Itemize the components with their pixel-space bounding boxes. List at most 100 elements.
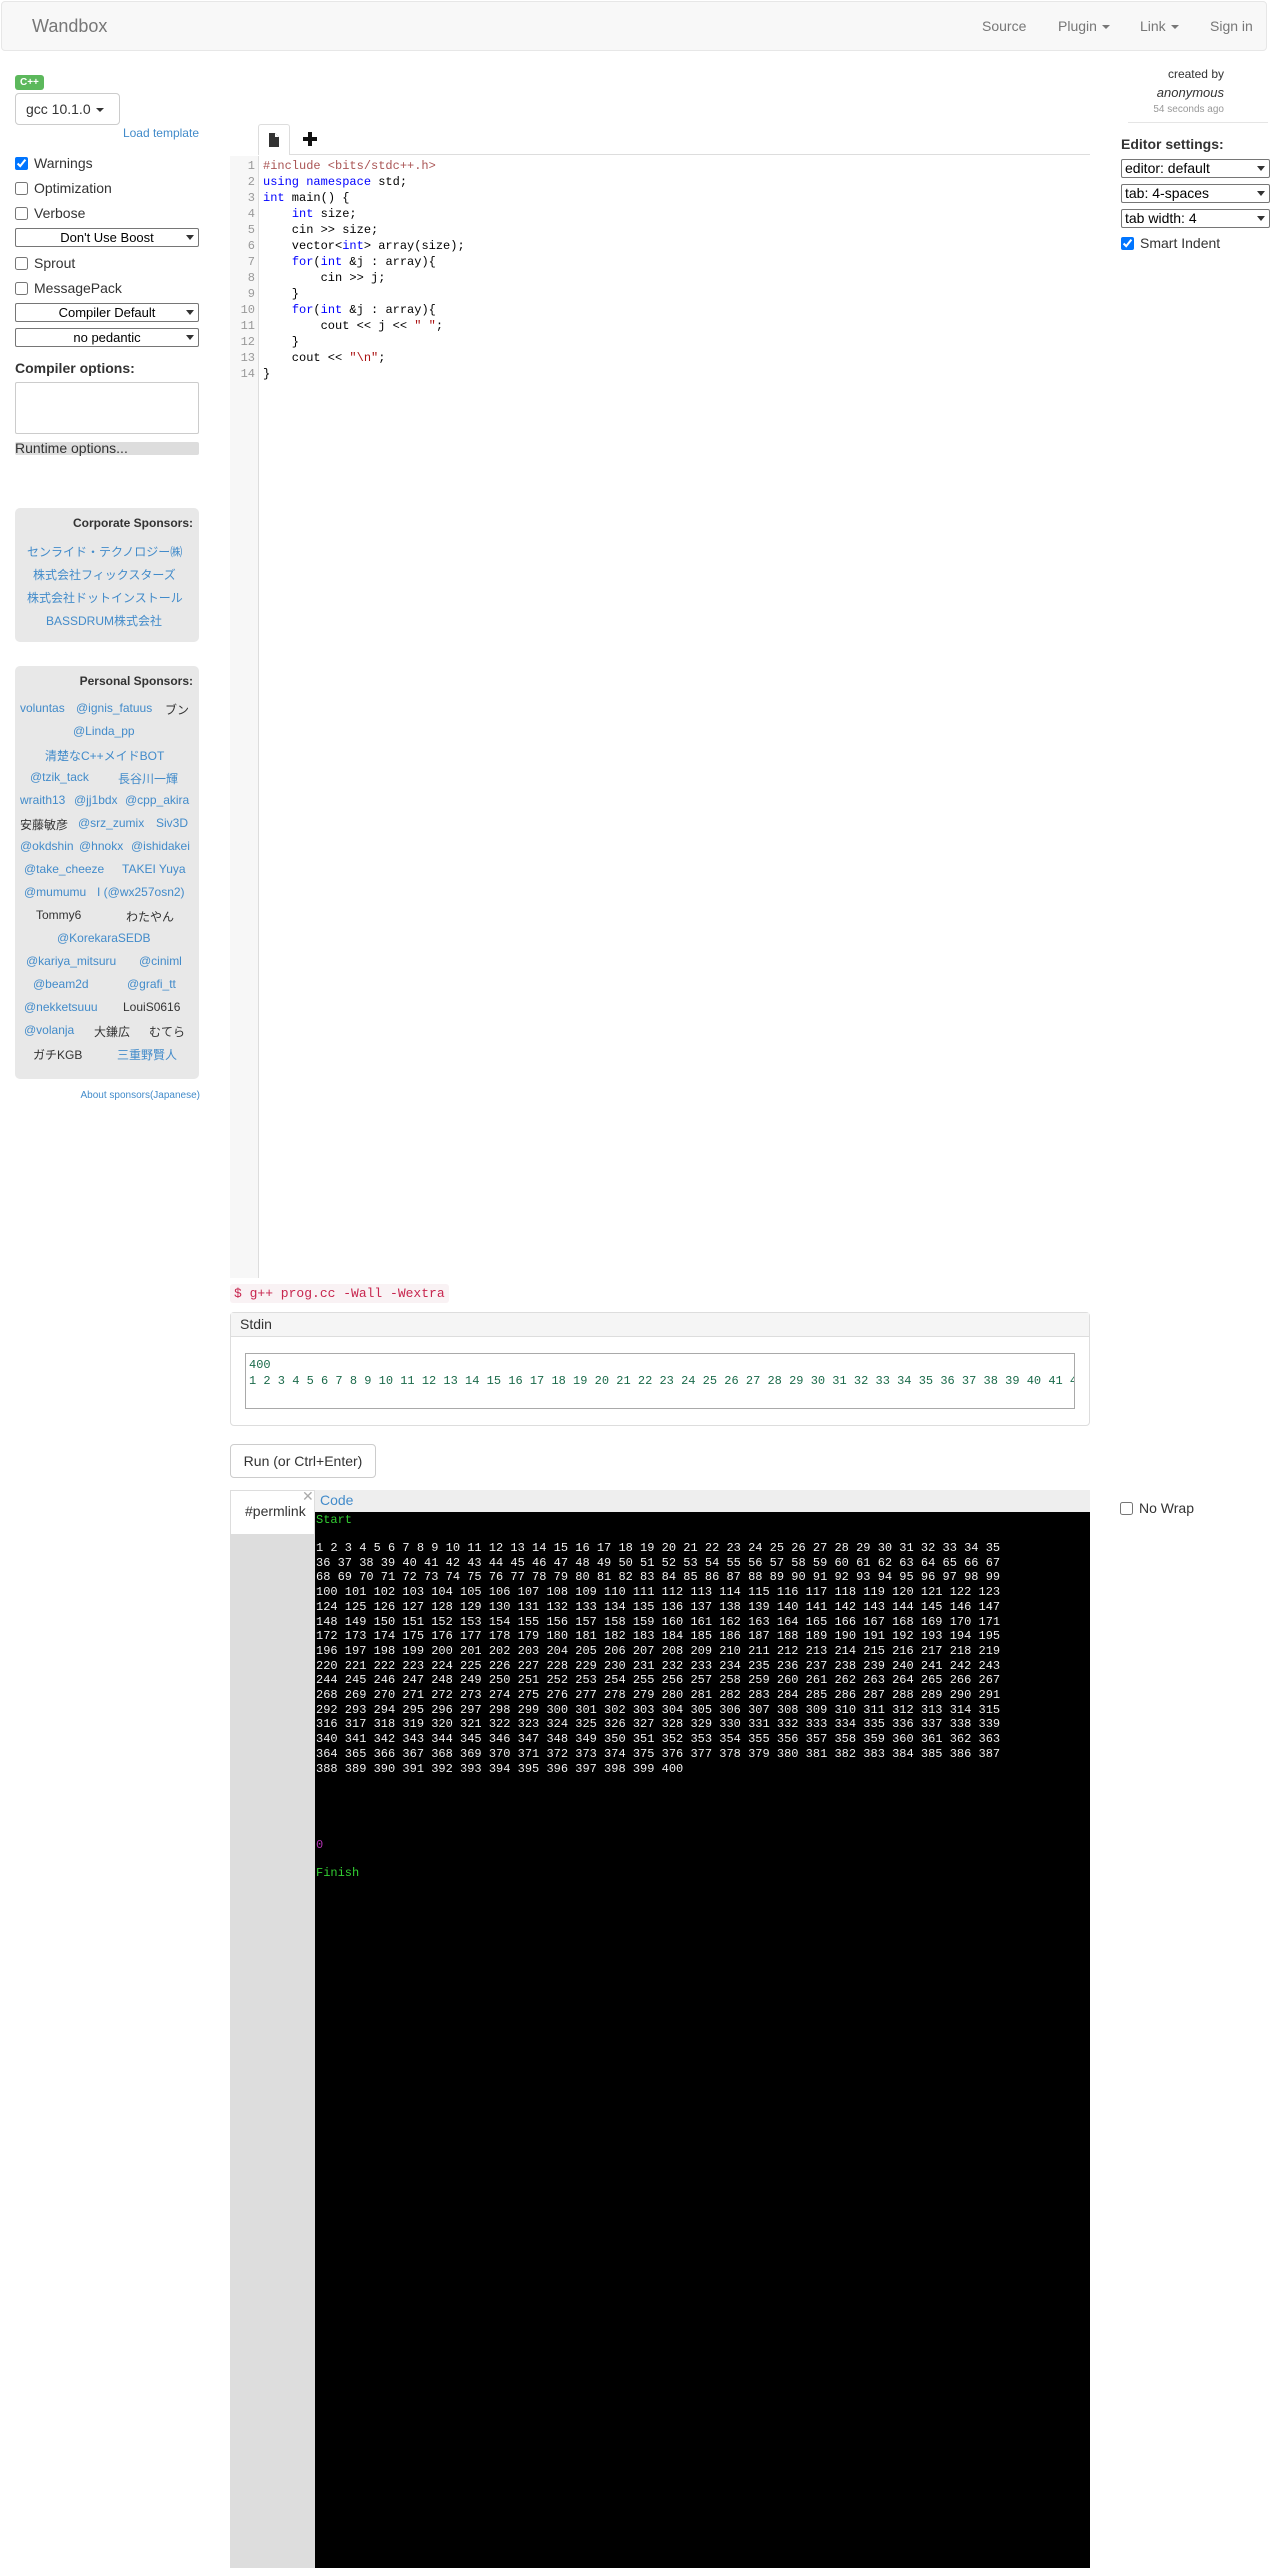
sponsor-name: 大鎌広 [94,1025,131,1039]
optimization-checkbox[interactable] [15,182,28,195]
sponsor-link[interactable]: @srz_zumix [78,816,144,830]
corporate-sponsors-title-text: Corporate Sponsors: [72,516,193,530]
output-line: 172 173 174 175 176 177 178 179 180 181 … [316,1629,1001,1644]
sponsor-link[interactable]: @ishidakei [131,839,190,853]
tab-type-select[interactable]: tab: 4-spaces [1121,184,1270,203]
verbose-checkbox[interactable] [15,207,28,220]
output-line: 364 365 366 367 368 369 370 371 372 373 … [316,1746,1001,1761]
sponsor-link[interactable]: 三重野賢人 [117,1046,177,1063]
pedantic-select[interactable]: no pedantic [15,328,199,347]
sponsor-link[interactable]: @take_cheeze [24,862,104,876]
boost-select[interactable]: Don't Use Boost [15,228,199,247]
sponsor-link[interactable]: @tzik_tack [30,770,89,784]
sponsor-link[interactable]: @jj1bdx [74,793,118,807]
nav-plugin-menu[interactable]: Plugin [1058,18,1110,34]
sponsor-link[interactable]: 清楚なC++メイドBOT [45,747,164,764]
code-line: vector<int> array(size); [263,239,465,253]
sponsor-link[interactable]: センライド・テクノロジー㈱ [27,543,182,560]
line-number: 7 [247,255,255,269]
sponsor-link[interactable]: I (@wx257osn2) [97,885,185,899]
sponsor-link[interactable]: @volanja [24,1023,74,1037]
line-number: 11 [240,319,255,333]
sponsor-link[interactable]: BASSDRUM株式会社 [46,612,162,629]
add-file-tab-button[interactable] [294,124,326,155]
sponsor-link[interactable]: @KorekaraSEDB [57,931,151,945]
code-tab[interactable]: Code [320,1492,353,1508]
smart-indent-checkbox[interactable] [1121,237,1134,250]
smart-indent-option[interactable]: Smart Indent [1121,235,1220,255]
language-badge[interactable]: C++ [15,75,44,90]
pedantic-select-value: no pedantic [73,330,141,345]
output-line: 1 2 3 4 5 6 7 8 9 10 11 12 13 14 15 16 1… [316,1541,1001,1555]
output-tab-bar [315,1490,1090,1512]
verbose-label: Verbose [34,205,86,221]
messagepack-checkbox[interactable] [15,282,28,295]
sponsor-link[interactable]: @ignis_fatuus [76,701,152,715]
sponsor-link[interactable]: 株式会社ドットインストール [27,589,183,606]
sponsor-link[interactable]: voluntas [20,701,65,715]
sponsor-link[interactable]: @mumumu [24,885,86,899]
code-editor[interactable]: #include <bits/stdc++.h> using namespace … [263,158,465,382]
line-number: 10 [240,303,255,317]
code-line: cout << j << " "; [263,319,444,333]
verbose-option[interactable]: Verbose [15,205,85,225]
output-line: 36 37 38 39 40 41 42 43 44 45 46 47 48 4… [316,1555,1001,1570]
editor-file-tab[interactable] [258,124,290,155]
tab-width-select[interactable]: tab width: 4 [1121,209,1270,228]
stdin-line: 400 [249,1358,271,1372]
code-line: cin >> size; [263,223,379,237]
output-line: 148 149 150 151 152 153 154 155 156 157 … [316,1614,1001,1629]
line-number: 3 [247,191,255,205]
sponsor-link[interactable]: @hnokx [79,839,123,853]
code-line: cout << "\n"; [263,351,386,365]
line-number: 14 [240,367,255,381]
sponsor-link[interactable]: @nekketsuuu [24,1000,98,1014]
load-template-link[interactable]: Load template [123,126,199,140]
sponsor-link[interactable]: TAKEI Yuya [122,862,186,876]
std-select[interactable]: Compiler Default [15,303,199,322]
sponsor-link[interactable]: @cpp_akira [125,793,189,807]
code-line: using namespace std; [263,175,408,189]
sponsor-link[interactable]: @beam2d [33,977,89,991]
close-icon[interactable]: ✕ [302,1488,314,1505]
line-number: 8 [247,271,255,285]
output-line: 340 341 342 343 344 345 346 347 348 349 … [316,1732,1001,1747]
nav-source-link[interactable]: Source [982,18,1026,34]
warnings-option[interactable]: Warnings [15,155,93,175]
compiler-select-button[interactable]: gcc 10.1.0 [15,93,120,125]
chevron-down-icon [1257,191,1265,196]
editor-tab-divider [258,154,1090,155]
sponsor-link[interactable]: wraith13 [20,793,65,807]
sponsor-link[interactable]: Siv3D [156,816,188,830]
optimization-option[interactable]: Optimization [15,180,112,200]
nav-link-menu[interactable]: Link [1140,18,1179,34]
sponsor-link[interactable]: @ciniml [139,954,182,968]
sponsor-link[interactable]: 株式会社フィックスターズ [33,566,176,583]
chevron-down-icon [186,335,194,340]
sponsor-link[interactable]: 長谷川一輝 [118,770,178,787]
compiler-options-input[interactable] [15,382,199,434]
no-wrap-option[interactable]: No Wrap [1120,1500,1194,1516]
warnings-checkbox[interactable] [15,157,28,170]
about-sponsors-link[interactable]: About sponsors(Japanese) [80,1090,200,1101]
messagepack-option[interactable]: MessagePack [15,280,122,300]
runtime-options-toggle[interactable]: Runtime options... [15,441,199,455]
chevron-down-icon [1257,216,1265,221]
brand-logo[interactable]: Wandbox [32,16,107,37]
run-button[interactable]: Run (or Ctrl+Enter) [230,1444,376,1478]
sponsor-link[interactable]: @Linda_pp [73,724,135,738]
sponsor-link[interactable]: @okdshin [20,839,74,853]
nav-plugin-label: Plugin [1058,18,1097,34]
nav-signin-link[interactable]: Sign in [1210,18,1253,34]
code-line: #include <bits/stdc++.h> [263,159,436,173]
stdin-input[interactable]: 400 1 2 3 4 5 6 7 8 9 10 11 12 13 14 15 1… [245,1353,1075,1409]
optimization-label: Optimization [34,180,112,196]
no-wrap-checkbox[interactable] [1120,1502,1133,1515]
sponsor-link[interactable]: @grafi_tt [127,977,176,991]
sprout-checkbox[interactable] [15,257,28,270]
sponsor-link[interactable]: @kariya_mitsuru [26,954,116,968]
sprout-option[interactable]: Sprout [15,255,75,275]
output-line: 196 197 198 199 200 201 202 203 204 205 … [316,1643,1001,1658]
editor-mode-select[interactable]: editor: default [1121,159,1270,178]
chevron-down-icon [1257,166,1265,171]
